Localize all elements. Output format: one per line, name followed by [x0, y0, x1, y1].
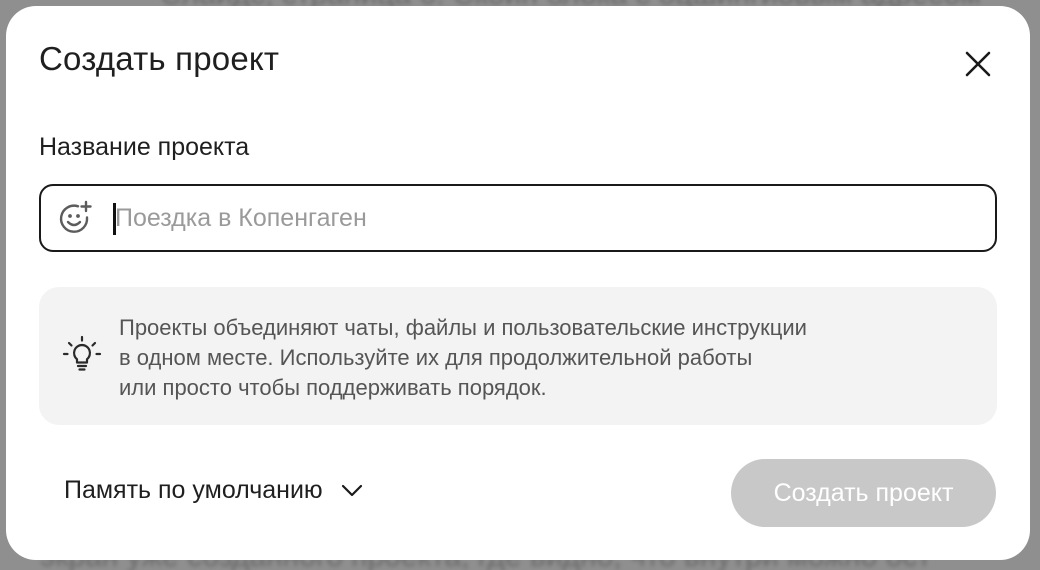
- info-line: или просто чтобы поддерживать порядок.: [119, 375, 547, 400]
- project-name-label: Название проекта: [39, 133, 250, 161]
- memory-dropdown[interactable]: Память по умолчанию: [64, 476, 363, 505]
- info-text: Проекты объединяют чаты, файлы и пользов…: [119, 313, 807, 403]
- close-button[interactable]: [956, 42, 1000, 86]
- add-emoji-button[interactable]: [57, 200, 95, 238]
- close-icon: [965, 51, 991, 77]
- create-project-dialog: Создать проект Название проекта Поездка …: [6, 6, 1030, 560]
- info-panel: Проекты объединяют чаты, файлы и пользов…: [39, 287, 997, 425]
- dialog-title: Создать проект: [39, 40, 280, 77]
- info-line: Проекты объединяют чаты, файлы и пользов…: [119, 315, 807, 340]
- project-name-input[interactable]: [115, 198, 975, 238]
- project-name-field[interactable]: [39, 184, 997, 252]
- chevron-down-icon: [341, 484, 362, 496]
- memory-dropdown-label: Память по умолчанию: [64, 476, 323, 504]
- add-emoji-icon: [59, 200, 92, 233]
- create-project-button[interactable]: Создать проект: [731, 459, 996, 527]
- info-line: в одном месте. Используйте их для продол…: [119, 345, 753, 370]
- lightbulb-icon: [62, 335, 102, 371]
